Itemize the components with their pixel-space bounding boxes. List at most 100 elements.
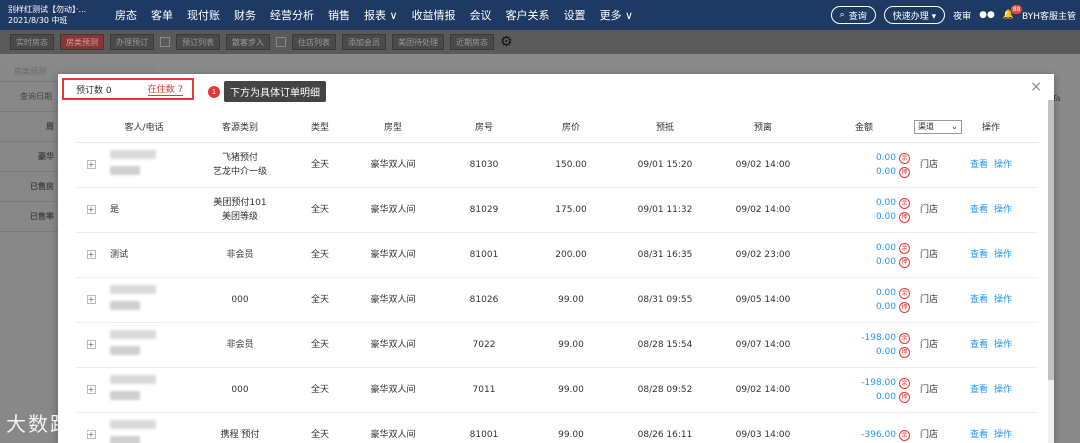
view-link[interactable]: 查看: [970, 250, 988, 260]
amount-balance: 0.00: [875, 197, 896, 208]
expand-icon[interactable]: +: [86, 294, 96, 304]
wechat-icon[interactable]: ●●: [979, 10, 995, 20]
copy-icon[interactable]: [160, 37, 170, 47]
room-price: 99.00: [524, 277, 618, 323]
order-table: 客人/电话 客源类别 类型 房型 房号 房价 预抵 预离 金额 渠道 ⌄ 操作 +…: [76, 112, 1038, 443]
copy-icon[interactable]: [276, 37, 286, 47]
search-button[interactable]: ⌕ 查询: [830, 6, 876, 24]
search-icon: ⌕: [839, 10, 845, 20]
view-link[interactable]: 查看: [970, 205, 988, 215]
toolbar-button[interactable]: 近期房态: [450, 34, 494, 50]
source-level: 艺龙中介一级: [212, 166, 267, 177]
room-number: 81029: [444, 187, 524, 233]
source-type: 非会员: [226, 249, 254, 260]
deposit-icon: 押: [899, 166, 910, 178]
user-name[interactable]: BYH客服主管: [1022, 9, 1076, 22]
operate-link[interactable]: 操作: [994, 295, 1012, 305]
hotel-info[interactable]: 别样红测试【勿动】·... 2021/8/30 中班: [0, 4, 108, 26]
expand-icon[interactable]: +: [86, 159, 96, 169]
stay-type: 全天: [298, 277, 342, 323]
table-header-row: 客人/电话 客源类别 类型 房型 房号 房价 预抵 预离 金额 渠道 ⌄ 操作: [76, 112, 1038, 143]
col-room-no: 房号: [444, 112, 524, 143]
view-link[interactable]: 查看: [970, 430, 988, 440]
menu-item[interactable]: 经营分析: [263, 7, 321, 23]
room-number: 7011: [444, 367, 524, 413]
expand-icon[interactable]: +: [86, 384, 96, 394]
view-link[interactable]: 查看: [970, 160, 988, 170]
source-level: 美团等级: [221, 211, 258, 222]
depart-time: 09/02 23:00: [712, 232, 814, 278]
toolbar-button[interactable]: 美团待处理: [392, 34, 444, 50]
menu-item[interactable]: 房态: [108, 7, 144, 23]
tab-room-forecast[interactable]: 房类预测: [14, 66, 46, 77]
toolbar-button[interactable]: 实时房态: [10, 34, 54, 50]
amount-balance: 0.00: [875, 287, 896, 298]
expand-icon[interactable]: +: [86, 249, 96, 259]
menu-item[interactable]: 客户关系: [499, 7, 557, 23]
toolbar-button[interactable]: 预订列表: [176, 34, 220, 50]
redacted-guest: [110, 374, 182, 406]
quick-action-button[interactable]: 快速办理 ▾: [883, 6, 946, 24]
toolbar-button[interactable]: 添加会员: [342, 34, 386, 50]
operate-link[interactable]: 操作: [994, 160, 1012, 170]
guest-name: 测试: [110, 249, 129, 260]
operate-link[interactable]: 操作: [994, 430, 1012, 440]
menu-item[interactable]: 财务: [227, 7, 263, 23]
tab-booked[interactable]: 预订数 0: [76, 83, 112, 96]
toolbar-button[interactable]: 散客步入: [226, 34, 270, 50]
toolbar-button-active[interactable]: 房类预测: [60, 34, 104, 50]
menu-item[interactable]: 收益情报: [405, 7, 463, 23]
menu-item[interactable]: 现付账: [180, 7, 227, 23]
amount-deposit: 0.00: [875, 391, 896, 402]
room-type: 豪华双人间: [342, 232, 444, 278]
arrive-time: 09/01 15:20: [618, 142, 712, 188]
stay-type: 全天: [298, 187, 342, 233]
room-number: 81026: [444, 277, 524, 323]
menu-item[interactable]: 设置: [557, 7, 593, 23]
operate-link[interactable]: 操作: [994, 385, 1012, 395]
menu-item[interactable]: 更多 ∨: [593, 7, 641, 23]
stay-type: 全天: [298, 142, 342, 188]
menu-item[interactable]: 报表 ∨: [357, 7, 405, 23]
view-link[interactable]: 查看: [970, 340, 988, 350]
amount-deposit: 0.00: [875, 346, 896, 357]
stay-type: 全天: [298, 412, 342, 443]
close-icon[interactable]: ×: [1030, 79, 1042, 95]
channel: 门店: [914, 187, 944, 233]
source-type: 美团预付101: [213, 197, 267, 208]
stay-type: 全天: [298, 367, 342, 413]
scrollbar-thumb[interactable]: [1048, 100, 1054, 380]
channel: 门店: [914, 277, 944, 323]
col-guest: 客人/电话: [106, 112, 182, 143]
night-audit-link[interactable]: 夜审: [953, 9, 971, 22]
modal-scrollbar[interactable]: [1048, 100, 1054, 443]
nav-right: ⌕ 查询 快速办理 ▾ 夜审 ●● 🔔 88 BYH客服主管: [830, 5, 1080, 24]
source-type: 飞猪预付: [221, 152, 258, 163]
menu-item[interactable]: 会议: [463, 7, 499, 23]
order-detail-modal: 预订数 0 在住数 7 1 下方为具体订单明细 × 客人/电话 客源类别 类型 …: [58, 74, 1054, 443]
view-link[interactable]: 查看: [970, 295, 988, 305]
gear-icon[interactable]: ⚙: [500, 34, 513, 50]
channel: 门店: [914, 412, 944, 443]
room-type: 豪华双人间: [342, 277, 444, 323]
view-link[interactable]: 查看: [970, 385, 988, 395]
depart-time: 09/02 14:00: [712, 187, 814, 233]
col-source: 客源类别: [182, 112, 298, 143]
modal-header: 预订数 0 在住数 7 1 下方为具体订单明细 ×: [58, 74, 1054, 104]
balance-icon: 余: [899, 332, 910, 344]
tab-inhouse[interactable]: 在住数 7: [147, 82, 184, 96]
operate-link[interactable]: 操作: [994, 250, 1012, 260]
room-type: 豪华双人间: [342, 142, 444, 188]
operate-link[interactable]: 操作: [994, 340, 1012, 350]
channel-select[interactable]: 渠道 ⌄: [914, 119, 962, 134]
menu-item[interactable]: 客单: [144, 7, 180, 23]
operate-link[interactable]: 操作: [994, 205, 1012, 215]
expand-icon[interactable]: +: [86, 204, 96, 214]
menu-item[interactable]: 销售: [321, 7, 357, 23]
bell-icon[interactable]: 🔔 88: [1003, 5, 1023, 20]
balance-icon: 余: [899, 429, 910, 441]
toolbar-button[interactable]: 办理预订: [110, 34, 154, 50]
toolbar-button[interactable]: 住店列表: [292, 34, 336, 50]
right-column: Ta: [1052, 70, 1080, 443]
expand-icon[interactable]: +: [86, 339, 96, 349]
